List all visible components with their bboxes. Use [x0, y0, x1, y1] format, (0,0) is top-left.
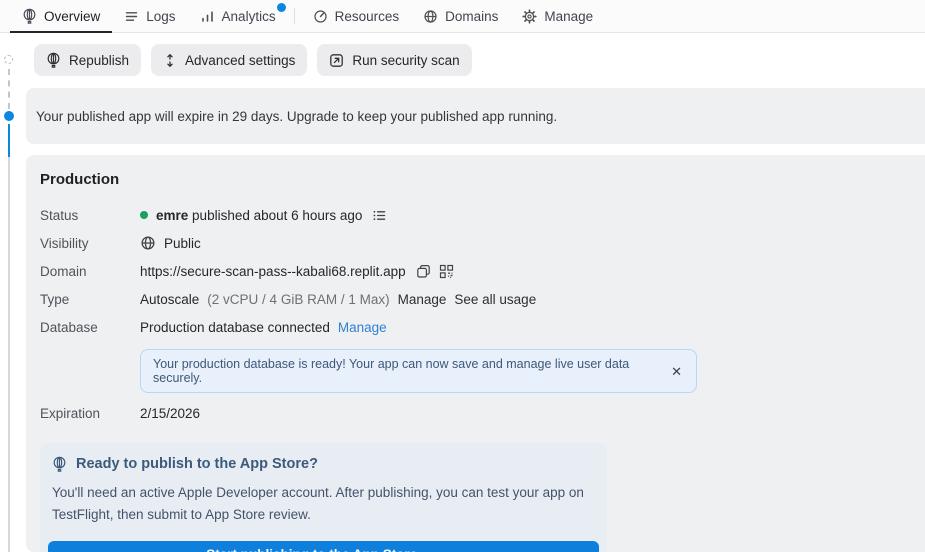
deploy-balloon-icon [52, 456, 67, 472]
status-green-dot [140, 211, 148, 219]
type-manage-link[interactable]: Manage [398, 292, 447, 307]
type-label: Type [40, 291, 70, 307]
tab-logs[interactable]: Logs [112, 0, 187, 32]
deployment-tabbar: Overview Logs Analytics Resources Domain… [0, 0, 925, 33]
domain-url[interactable]: https://secure-scan-pass--kabali68.repli… [140, 264, 406, 279]
tab-label: Logs [146, 8, 176, 24]
published-ago-text: published about 6 hours ago [192, 207, 363, 223]
tab-label: Resources [334, 8, 400, 24]
gear-icon [522, 8, 538, 24]
republish-label: Republish [69, 52, 130, 68]
domain-label: Domain [40, 263, 87, 279]
status-label: Status [40, 207, 79, 223]
publisher-name: emre [156, 207, 189, 223]
copy-icon[interactable] [416, 264, 431, 279]
visibility-label: Visibility [40, 235, 89, 251]
production-title: Production [40, 171, 120, 188]
type-value: Autoscale [140, 291, 200, 307]
appstore-promo-body: You'll need an active Apple Developer ac… [52, 485, 584, 523]
visibility-row: Visibility Public [40, 229, 925, 257]
domain-row: Domain https://secure-scan-pass--kabali6… [40, 257, 925, 285]
tab-label: Analytics [221, 8, 276, 24]
advanced-settings-button[interactable]: Advanced settings [151, 44, 308, 76]
database-label: Database [40, 319, 98, 335]
type-row: Type Autoscale (2 vCPU / 4 GiB RAM / 1 M… [40, 285, 925, 313]
run-security-scan-button[interactable]: Run security scan [317, 44, 472, 76]
run-security-scan-label: Run security scan [352, 52, 460, 68]
globe-icon [423, 9, 438, 24]
status-row: Status emre published about 6 hours ago [40, 201, 925, 229]
close-icon[interactable]: ✕ [669, 363, 684, 380]
expiration-banner: Your published app will expire in 29 day… [26, 88, 925, 144]
tab-manage[interactable]: Manage [510, 0, 605, 32]
list-icon [124, 9, 139, 24]
timeline-blue-segment [8, 124, 10, 157]
start-appstore-publish-label: Start publishing to the App Store [206, 547, 417, 552]
visibility-value: Public [164, 235, 201, 251]
expiration-value: 2/15/2026 [140, 405, 201, 421]
appstore-promo-box: Ready to publish to the App Store? You'l… [40, 443, 607, 552]
scan-arrow-icon [329, 53, 344, 68]
tab-domains[interactable]: Domains [411, 0, 510, 32]
republish-button[interactable]: Republish [34, 44, 142, 76]
tab-resources[interactable]: Resources [301, 0, 412, 32]
deployment-toolbar: Republish Advanced settings Run security… [34, 44, 925, 76]
analytics-notification-dot [276, 3, 286, 12]
timeline-dashed-segment [8, 69, 10, 109]
bar-chart-icon [200, 9, 215, 24]
gauge-icon [313, 9, 328, 24]
appstore-promo-header: Ready to publish to the App Store? [52, 456, 599, 472]
database-manage-link[interactable]: Manage [338, 320, 387, 335]
qr-code-icon[interactable] [439, 264, 454, 279]
expiration-label: Expiration [40, 405, 101, 421]
tab-label: Domains [445, 8, 499, 24]
status-text: emre published about 6 hours ago [156, 208, 362, 223]
advanced-settings-label: Advanced settings [185, 52, 296, 68]
deploy-balloon-icon [46, 52, 61, 68]
deploy-balloon-icon [22, 8, 37, 24]
tab-analytics[interactable]: Analytics [188, 0, 288, 32]
timeline-open-circle [4, 55, 13, 64]
database-status-text: Production database connected [140, 319, 330, 335]
right-arrow-icon: → [427, 547, 441, 552]
see-all-usage-link[interactable]: See all usage [454, 292, 536, 307]
tab-overview[interactable]: Overview [10, 0, 113, 33]
timeline-gray-segment [8, 157, 10, 552]
appstore-promo-title: Ready to publish to the App Store? [76, 456, 318, 472]
expiration-row: Expiration 2/15/2026 [40, 399, 925, 427]
type-specs: (2 vCPU / 4 GiB RAM / 1 Max) [207, 291, 390, 307]
tabbar-divider [293, 8, 295, 24]
deployment-timeline [0, 33, 20, 552]
up-down-arrows-icon [163, 53, 177, 68]
globe-icon [140, 235, 156, 251]
start-appstore-publish-button[interactable]: Start publishing to the App Store → [48, 540, 599, 552]
database-row: Database Production database connected M… [40, 313, 925, 341]
database-ready-notice: Your production database is ready! Your … [140, 349, 697, 393]
production-card: Production Status emre published about 6… [26, 155, 925, 552]
tab-label: Manage [544, 8, 594, 24]
tab-label: Overview [44, 8, 101, 24]
expiration-banner-text: Your published app will expire in 29 day… [36, 108, 558, 124]
deploy-history-icon[interactable] [372, 208, 387, 223]
database-ready-text: Your production database is ready! Your … [153, 357, 630, 385]
timeline-current-dot [4, 111, 14, 121]
